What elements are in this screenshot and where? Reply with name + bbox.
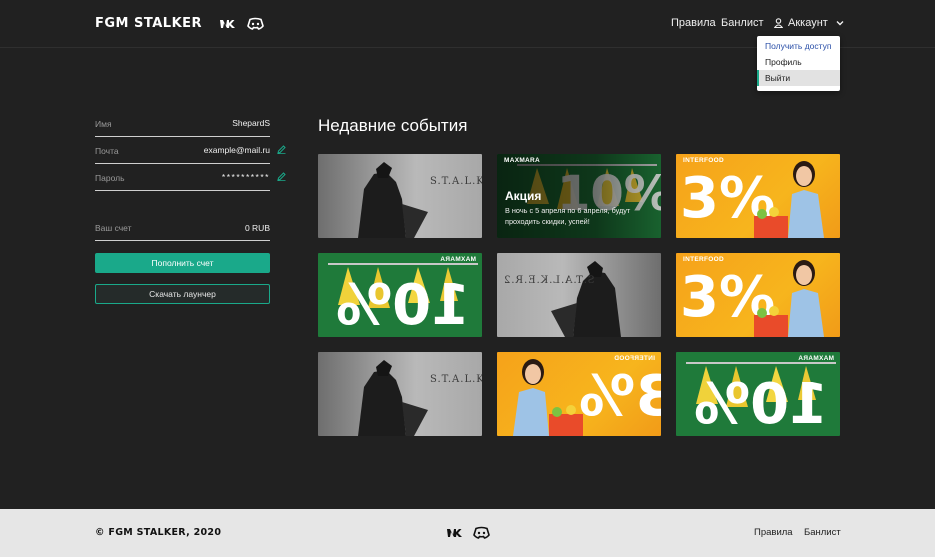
email-field: Почта example@mail.ru	[95, 137, 286, 164]
password-label: Пароль	[95, 173, 125, 183]
stalker-figure-image	[358, 360, 428, 436]
account-dropdown: Получить доступ Профиль Выйти	[757, 36, 840, 91]
discord-icon[interactable]	[247, 17, 265, 31]
footer-banlist-link[interactable]: Банлист	[804, 527, 841, 538]
nav-banlist-link[interactable]: Банлист	[721, 17, 764, 29]
balance-value: 0 RUB	[244, 223, 270, 233]
nav-rules-link[interactable]: Правила	[671, 17, 716, 29]
event-card-stalker[interactable]: S.T.A.L.K.E.R.2	[318, 352, 482, 436]
dropdown-item-profile[interactable]: Профиль	[757, 54, 840, 70]
stalker-logo: S.T.A.L.K.E.R.2	[503, 275, 595, 286]
maxmara-brand: MAXMARA	[797, 355, 834, 362]
logo[interactable]: FGM STALKER	[95, 16, 202, 31]
chevron-down-icon	[836, 21, 844, 26]
name-value: ShepardS	[232, 118, 270, 128]
dropdown-item-logout[interactable]: Выйти	[757, 70, 840, 86]
discount-percent-text: 3%	[579, 364, 661, 429]
stalker-figure-image	[551, 261, 621, 337]
discount-percent-text: 10%	[336, 273, 471, 337]
copyright: © FGM STALKER, 2020	[95, 527, 222, 538]
topup-button[interactable]: Пополнить счет	[95, 253, 270, 273]
event-card-maxmara-promo[interactable]: 10% MAXMARA Акция В ночь с 5 апреля по 6…	[497, 154, 661, 238]
stalker-figure-image	[358, 162, 428, 238]
balance-row: Ваш счет 0 RUB	[95, 214, 270, 241]
event-card-maxmara[interactable]: 10% MAXMARA	[318, 253, 482, 337]
stalker-logo: S.T.A.L.K.E.R.2	[430, 176, 482, 187]
footer-rules-link[interactable]: Правила	[754, 527, 793, 538]
name-field: Имя ShepardS	[95, 110, 270, 137]
account-label: Аккаунт	[788, 17, 828, 29]
discord-icon[interactable]	[473, 526, 491, 540]
password-field: Пароль **********	[95, 164, 286, 191]
email-value: example@mail.ru	[203, 145, 270, 155]
name-label: Имя	[95, 119, 112, 129]
vk-icon[interactable]	[219, 17, 237, 31]
balance-label: Ваш счет	[95, 223, 132, 233]
woman-shopping-image	[754, 260, 824, 337]
footer: © FGM STALKER, 2020 Правила Банлист	[0, 509, 935, 557]
recent-events-title: Недавние события	[318, 116, 468, 135]
edit-email-icon[interactable]	[277, 145, 286, 154]
promo-title: Акция	[505, 189, 542, 203]
user-icon	[774, 18, 783, 28]
password-value: **********	[221, 172, 270, 182]
event-card-interfood[interactable]: INTERFOOD 3%	[676, 154, 840, 238]
event-card-maxmara[interactable]: 10% MAXMARA	[676, 352, 840, 436]
account-menu-toggle[interactable]: Аккаунт	[774, 17, 844, 29]
interfood-brand: INTERFOOD	[614, 355, 655, 362]
edit-password-icon[interactable]	[277, 172, 286, 181]
stalker-logo: S.T.A.L.K.E.R.2	[430, 374, 482, 385]
profile-panel: Имя ShepardS Почта example@mail.ru Парол…	[95, 110, 286, 191]
event-card-interfood[interactable]: 3% INTERFOOD	[497, 352, 661, 436]
promo-text: В ночь с 5 апреля по 6 апреля, будут про…	[505, 206, 631, 226]
vk-icon[interactable]	[446, 526, 464, 540]
maxmara-brand: MAXMARA	[439, 256, 476, 263]
event-card-stalker[interactable]: S.T.A.L.K.E.R.2	[497, 253, 661, 337]
dropdown-item-get-access[interactable]: Получить доступ	[757, 38, 840, 54]
discount-percent-text: 10%	[694, 372, 829, 436]
email-label: Почта	[95, 146, 119, 156]
event-card-interfood[interactable]: INTERFOOD 3%	[676, 253, 840, 337]
woman-shopping-image	[754, 161, 824, 238]
download-launcher-button[interactable]: Скачать лаунчер	[95, 284, 270, 304]
event-card-stalker[interactable]: S.T.A.L.K.E.R.2	[318, 154, 482, 238]
maxmara-brand: MAXMARA	[504, 157, 541, 164]
